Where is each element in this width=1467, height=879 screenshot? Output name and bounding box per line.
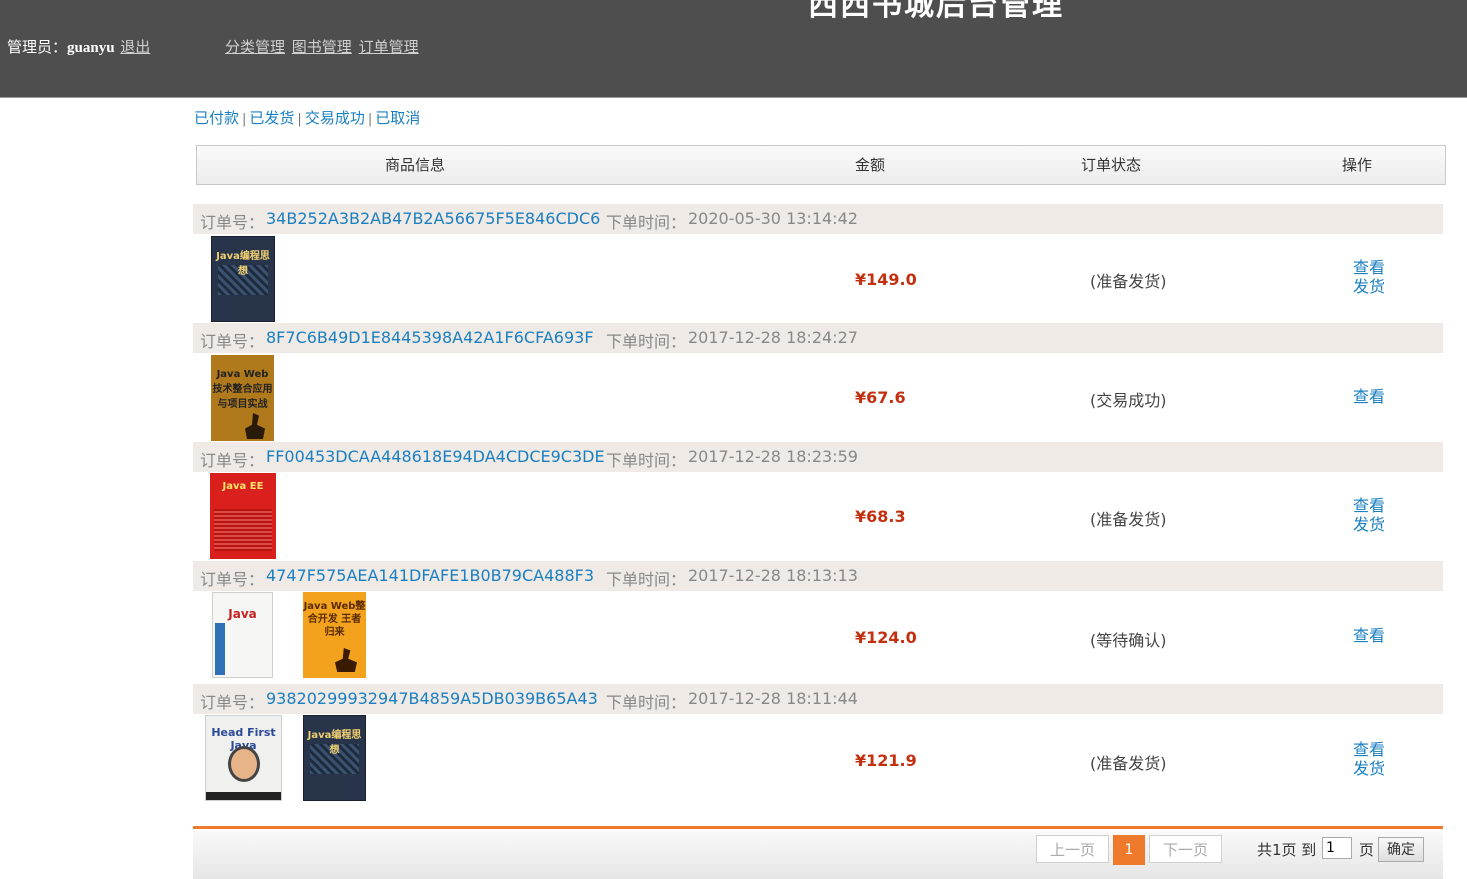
cover-pattern [214, 509, 272, 551]
order-number-link[interactable]: 34B252A3B2AB47B2A56675F5E846CDC6 [266, 209, 600, 228]
cover-title: Java编程思想 [216, 251, 270, 277]
page-suffix-text: 页 [1359, 841, 1375, 859]
cover-bar [206, 792, 281, 800]
order-number-link[interactable]: 4747F575AEA141DFAFE1B0B79CA488F3 [266, 566, 594, 585]
order-amount: ¥67.6 [855, 388, 906, 407]
order-no-label: 订单号： [200, 213, 265, 232]
filter-separator: | [242, 112, 247, 127]
view-order-link[interactable]: 查看 [1353, 626, 1385, 645]
nav-order-management[interactable]: 订单管理 [359, 38, 419, 56]
order-amount: ¥149.0 [855, 270, 917, 289]
next-page-button[interactable]: 下一页 [1149, 835, 1222, 863]
column-product-info: 商品信息 [385, 156, 446, 174]
order-no-label: 订单号： [200, 693, 265, 712]
view-order-link[interactable]: 查看 [1353, 496, 1385, 515]
order-actions: 查看 发货 [1353, 258, 1385, 296]
cover-strip [215, 623, 225, 675]
order-actions: 查看 发货 [1353, 740, 1385, 778]
order-actions: 查看 [1353, 626, 1385, 645]
admin-info: 管理员：guanyu 退出 [7, 36, 150, 57]
order-amount: ¥121.9 [855, 751, 917, 770]
order-time: 2017-12-28 18:13:13 [688, 566, 858, 585]
go-to-page-button[interactable]: 确定 [1378, 837, 1424, 862]
top-bar: 西西书城后台管理 管理员：guanyu 退出 分类管理 图书管理 订单管理 [0, 0, 1467, 98]
order-header: 订单号： 8F7C6B49D1E8445398A42A1F6CFA693F 下单… [193, 323, 1443, 353]
order-time: 2017-12-28 18:24:27 [688, 328, 858, 347]
order-time-label: 下单时间： [606, 693, 687, 712]
order-time-label: 下单时间： [606, 213, 687, 232]
current-page-button[interactable]: 1 [1113, 835, 1145, 865]
filter-paid[interactable]: 已付款 [194, 109, 239, 127]
filter-completed[interactable]: 交易成功 [305, 109, 365, 127]
site-title: 西西书城后台管理 [808, 0, 1064, 23]
pagination-bar: 上一页 1 下一页 共1页 到 页 确定 [193, 826, 1443, 879]
book-cover-headfirst-java[interactable]: Head First Java [205, 715, 282, 801]
face-illustration [228, 746, 260, 782]
book-cover-javaee-red[interactable]: Java EE [210, 473, 276, 559]
order-status: (准备发货) [1090, 754, 1167, 773]
admin-label: 管理员： [7, 40, 68, 56]
view-order-link[interactable]: 查看 [1353, 387, 1385, 406]
logout-link[interactable]: 退出 [120, 40, 150, 56]
order-status-filters: 已付款 | 已发货 | 交易成功 | 已取消 [194, 107, 420, 128]
cover-title: Java [228, 607, 257, 621]
order-time: 2017-12-28 18:23:59 [688, 447, 858, 466]
filter-separator: | [297, 112, 302, 127]
prev-page-button[interactable]: 上一页 [1036, 835, 1109, 863]
main-nav: 分类管理 图书管理 订单管理 [225, 36, 421, 57]
order-status: (准备发货) [1090, 510, 1167, 529]
filter-cancelled[interactable]: 已取消 [375, 109, 420, 127]
ship-order-link[interactable]: 发货 [1353, 759, 1385, 778]
cover-title: Java Web 技术整合应用与项目实战 [212, 369, 273, 410]
book-cover-java-thinking[interactable]: Java编程思想 [211, 236, 275, 322]
order-time-label: 下单时间： [606, 451, 687, 470]
page-number-input[interactable] [1322, 837, 1352, 859]
order-actions: 查看 发货 [1353, 496, 1385, 534]
order-header: 订单号： 93820299932947B4859A5DB039B65A43 下单… [193, 684, 1443, 714]
total-pages-text: 共1页 到 [1257, 841, 1317, 859]
order-number-link[interactable]: 8F7C6B49D1E8445398A42A1F6CFA693F [266, 328, 594, 347]
nav-book-management[interactable]: 图书管理 [292, 38, 352, 56]
filter-shipped[interactable]: 已发货 [249, 109, 294, 127]
order-time: 2020-05-30 13:14:42 [688, 209, 858, 228]
order-status: (等待确认) [1090, 631, 1167, 650]
ship-order-link[interactable]: 发货 [1353, 277, 1385, 296]
order-actions: 查看 [1353, 387, 1385, 406]
view-order-link[interactable]: 查看 [1353, 258, 1385, 277]
order-time: 2017-12-28 18:11:44 [688, 689, 858, 708]
column-actions: 操作 [1342, 156, 1373, 174]
book-cover-java-white[interactable]: Java [212, 592, 273, 678]
cover-title: Java编程思想 [307, 730, 362, 756]
nav-category-management[interactable]: 分类管理 [225, 38, 285, 56]
horse-rider-graphic [245, 413, 265, 439]
admin-username: guanyu [67, 40, 115, 56]
order-time-label: 下单时间： [606, 332, 687, 351]
order-table-header: 商品信息 金额 订单状态 操作 [196, 145, 1446, 185]
order-status: (准备发货) [1090, 272, 1167, 291]
order-header: 订单号： 4747F575AEA141DFAFE1B0B79CA488F3 下单… [193, 561, 1443, 591]
ship-order-link[interactable]: 发货 [1353, 515, 1385, 534]
cover-title: Java Web整合开发 王者归来 [303, 601, 366, 638]
order-number-link[interactable]: FF00453DCAA448618E94DA4CDCE9C3DE [266, 447, 605, 466]
order-no-label: 订单号： [200, 332, 265, 351]
order-no-label: 订单号： [200, 451, 265, 470]
book-cover-javaweb-king[interactable]: Java Web整合开发 王者归来 [303, 592, 366, 678]
horse-rider-graphic [335, 648, 357, 672]
order-status: (交易成功) [1090, 391, 1167, 410]
order-number-link[interactable]: 93820299932947B4859A5DB039B65A43 [266, 689, 598, 708]
cover-title: Java EE [222, 481, 264, 492]
order-amount: ¥124.0 [855, 628, 917, 647]
filter-separator: | [367, 112, 373, 127]
column-amount: 金额 [855, 156, 886, 174]
order-no-label: 订单号： [200, 570, 265, 589]
order-time-label: 下单时间： [606, 570, 687, 589]
column-order-status: 订单状态 [1081, 156, 1142, 174]
book-cover-java-thinking[interactable]: Java编程思想 [303, 715, 366, 801]
order-header: 订单号： FF00453DCAA448618E94DA4CDCE9C3DE 下单… [193, 442, 1443, 472]
order-header: 订单号： 34B252A3B2AB47B2A56675F5E846CDC6 下单… [193, 204, 1443, 234]
book-cover-javaweb-tech[interactable]: Java Web 技术整合应用与项目实战 [211, 355, 274, 441]
order-amount: ¥68.3 [855, 507, 906, 526]
view-order-link[interactable]: 查看 [1353, 740, 1385, 759]
